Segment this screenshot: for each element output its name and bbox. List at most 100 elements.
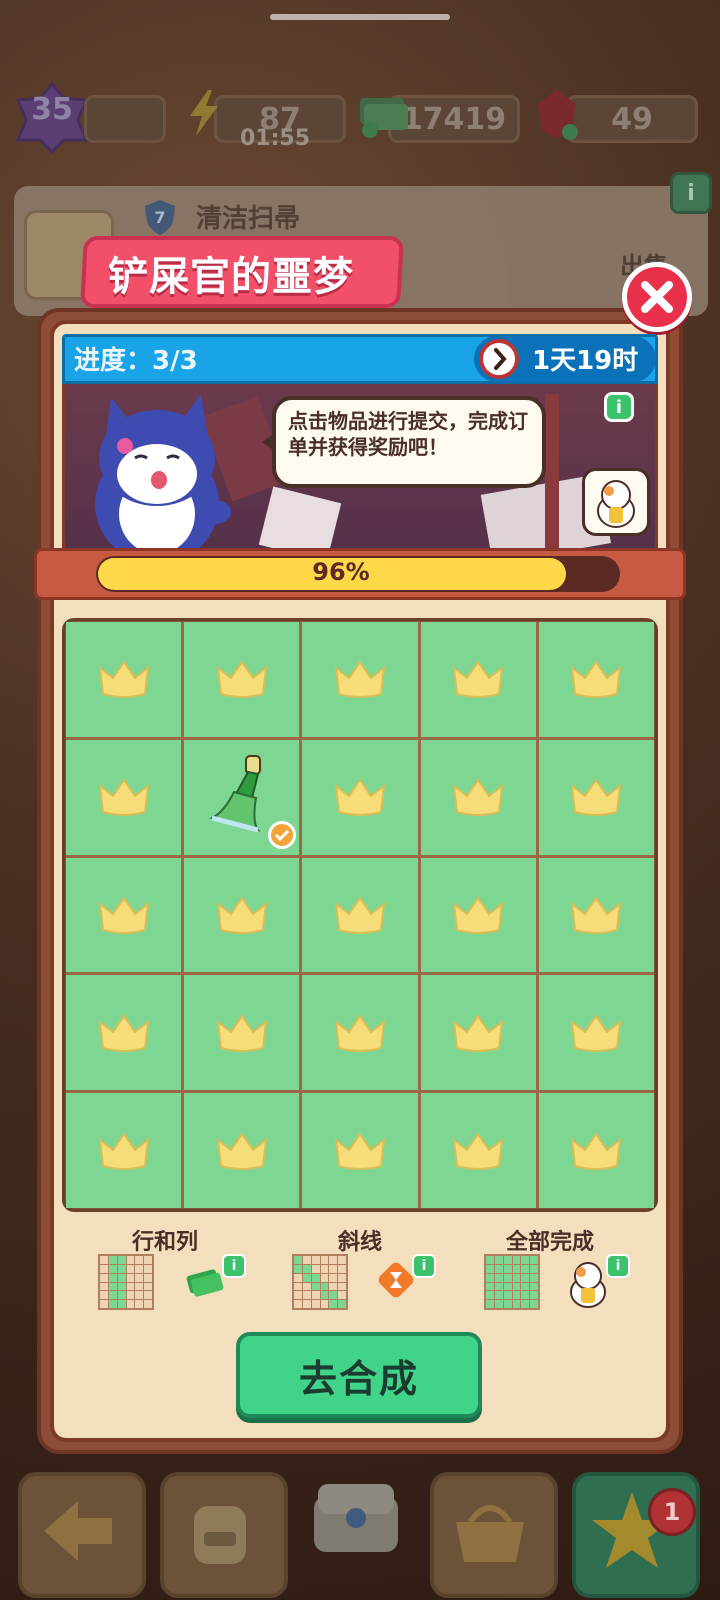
placeholder-crown-icon	[334, 1014, 386, 1052]
item-name: 清洁扫帚	[196, 204, 301, 234]
board-cell[interactable]	[184, 622, 300, 737]
reward-label-all: 全部完成	[506, 1230, 595, 1255]
pattern-cell	[503, 1256, 512, 1264]
pattern-cell	[294, 1256, 302, 1264]
placeholder-crown-icon	[334, 660, 386, 699]
pattern-cell	[302, 1282, 311, 1291]
board-cell[interactable]	[538, 857, 654, 973]
lucky-cat-reward[interactable]	[582, 468, 650, 536]
board-cell[interactable]	[66, 975, 182, 1091]
board-cell[interactable]	[302, 857, 418, 973]
all-complete-pattern	[484, 1254, 540, 1310]
level-value: 35	[31, 92, 73, 127]
board-cell[interactable]	[538, 975, 654, 1091]
pattern-cell	[311, 1256, 320, 1264]
gem-display[interactable]: 49	[566, 95, 698, 143]
progress-text: 进度：3/3	[74, 340, 198, 377]
pattern-cell	[294, 1273, 302, 1282]
board-cell[interactable]	[66, 622, 182, 737]
board-cell[interactable]	[66, 857, 182, 973]
shield-level-icon: 7	[145, 200, 175, 235]
board-cell[interactable]	[302, 739, 418, 855]
pattern-cell	[117, 1291, 126, 1300]
board-cell[interactable]	[538, 739, 654, 855]
board-cell[interactable]	[184, 1093, 300, 1208]
pattern-cell	[512, 1300, 521, 1308]
board-cell[interactable]	[420, 622, 536, 737]
pattern-cell	[494, 1256, 503, 1264]
backpack-button[interactable]	[160, 1472, 288, 1598]
check-icon	[268, 820, 297, 849]
pattern-cell	[117, 1300, 126, 1308]
board-cell[interactable]	[538, 622, 654, 737]
placeholder-crown-icon	[571, 660, 622, 699]
pattern-cell	[294, 1282, 302, 1291]
go-merge-button[interactable]: 去合成	[236, 1332, 482, 1418]
board-cell[interactable]	[420, 1093, 536, 1208]
pattern-cell	[135, 1291, 144, 1300]
pattern-cell	[135, 1264, 144, 1273]
pattern-cell	[144, 1264, 152, 1273]
board-cell[interactable]	[302, 1093, 418, 1208]
board-cell[interactable]	[420, 857, 536, 973]
pattern-cell	[329, 1264, 338, 1273]
pattern-cell	[530, 1264, 538, 1273]
pattern-cell	[503, 1273, 512, 1282]
pattern-cell	[486, 1273, 494, 1282]
cash-bundle-icon	[186, 1269, 224, 1297]
placeholder-crown-icon	[98, 1014, 149, 1052]
board-cell[interactable]	[302, 975, 418, 1091]
clock-icon	[479, 339, 519, 379]
back-button[interactable]	[18, 1472, 146, 1598]
pattern-cell	[117, 1282, 126, 1291]
pattern-cell	[108, 1282, 117, 1291]
scene-info-icon[interactable]: i	[604, 392, 634, 422]
home-indicator	[270, 14, 450, 20]
placeholder-crown-icon	[98, 660, 149, 699]
placeholder-crown-icon	[216, 660, 268, 699]
placeholder-crown-icon	[452, 1131, 504, 1170]
pattern-cell	[521, 1264, 530, 1273]
placeholder-crown-icon	[452, 1014, 504, 1052]
pattern-cell	[494, 1291, 503, 1300]
placeholder-crown-icon	[452, 896, 504, 934]
pattern-cell	[521, 1256, 530, 1264]
board-cell[interactable]	[66, 1093, 182, 1208]
pattern-cell	[100, 1291, 108, 1300]
board-cell[interactable]	[184, 857, 300, 973]
board-cell[interactable]	[302, 622, 418, 737]
pattern-cell	[302, 1300, 311, 1308]
pattern-cell	[144, 1300, 152, 1308]
board-cell[interactable]	[538, 1093, 654, 1208]
reward-label-diagonal: 斜线	[338, 1230, 383, 1255]
rows-info-icon[interactable]: i	[222, 1254, 246, 1278]
pattern-cell	[486, 1256, 494, 1264]
diagonal-pattern	[292, 1254, 348, 1310]
pattern-cell	[486, 1291, 494, 1300]
pattern-cell	[117, 1264, 126, 1273]
board-cell[interactable]	[66, 739, 182, 855]
pattern-cell	[503, 1264, 512, 1273]
placeholder-crown-icon	[98, 1131, 149, 1170]
close-button[interactable]	[622, 262, 692, 332]
pattern-cell	[530, 1300, 538, 1308]
board-cell[interactable]	[420, 739, 536, 855]
pattern-cell	[108, 1256, 117, 1264]
board-cell[interactable]	[184, 975, 300, 1091]
pattern-cell	[100, 1264, 108, 1273]
pattern-cell	[512, 1256, 521, 1264]
diagonal-info-icon[interactable]: i	[412, 1254, 436, 1278]
chest-icon[interactable]	[300, 1462, 412, 1580]
pattern-cell	[338, 1273, 346, 1282]
pattern-cell	[135, 1256, 144, 1264]
all-info-icon[interactable]: i	[606, 1254, 630, 1278]
board-cell[interactable]	[184, 739, 300, 855]
board-cell[interactable]	[420, 975, 536, 1091]
shop-button[interactable]	[430, 1472, 558, 1598]
pattern-cell	[126, 1282, 135, 1291]
info-icon[interactable]: i	[670, 172, 712, 214]
pattern-cell	[329, 1282, 338, 1291]
arrow-left-icon	[44, 1501, 112, 1561]
pattern-cell	[320, 1264, 329, 1273]
lucky-cat-icon	[597, 480, 635, 528]
